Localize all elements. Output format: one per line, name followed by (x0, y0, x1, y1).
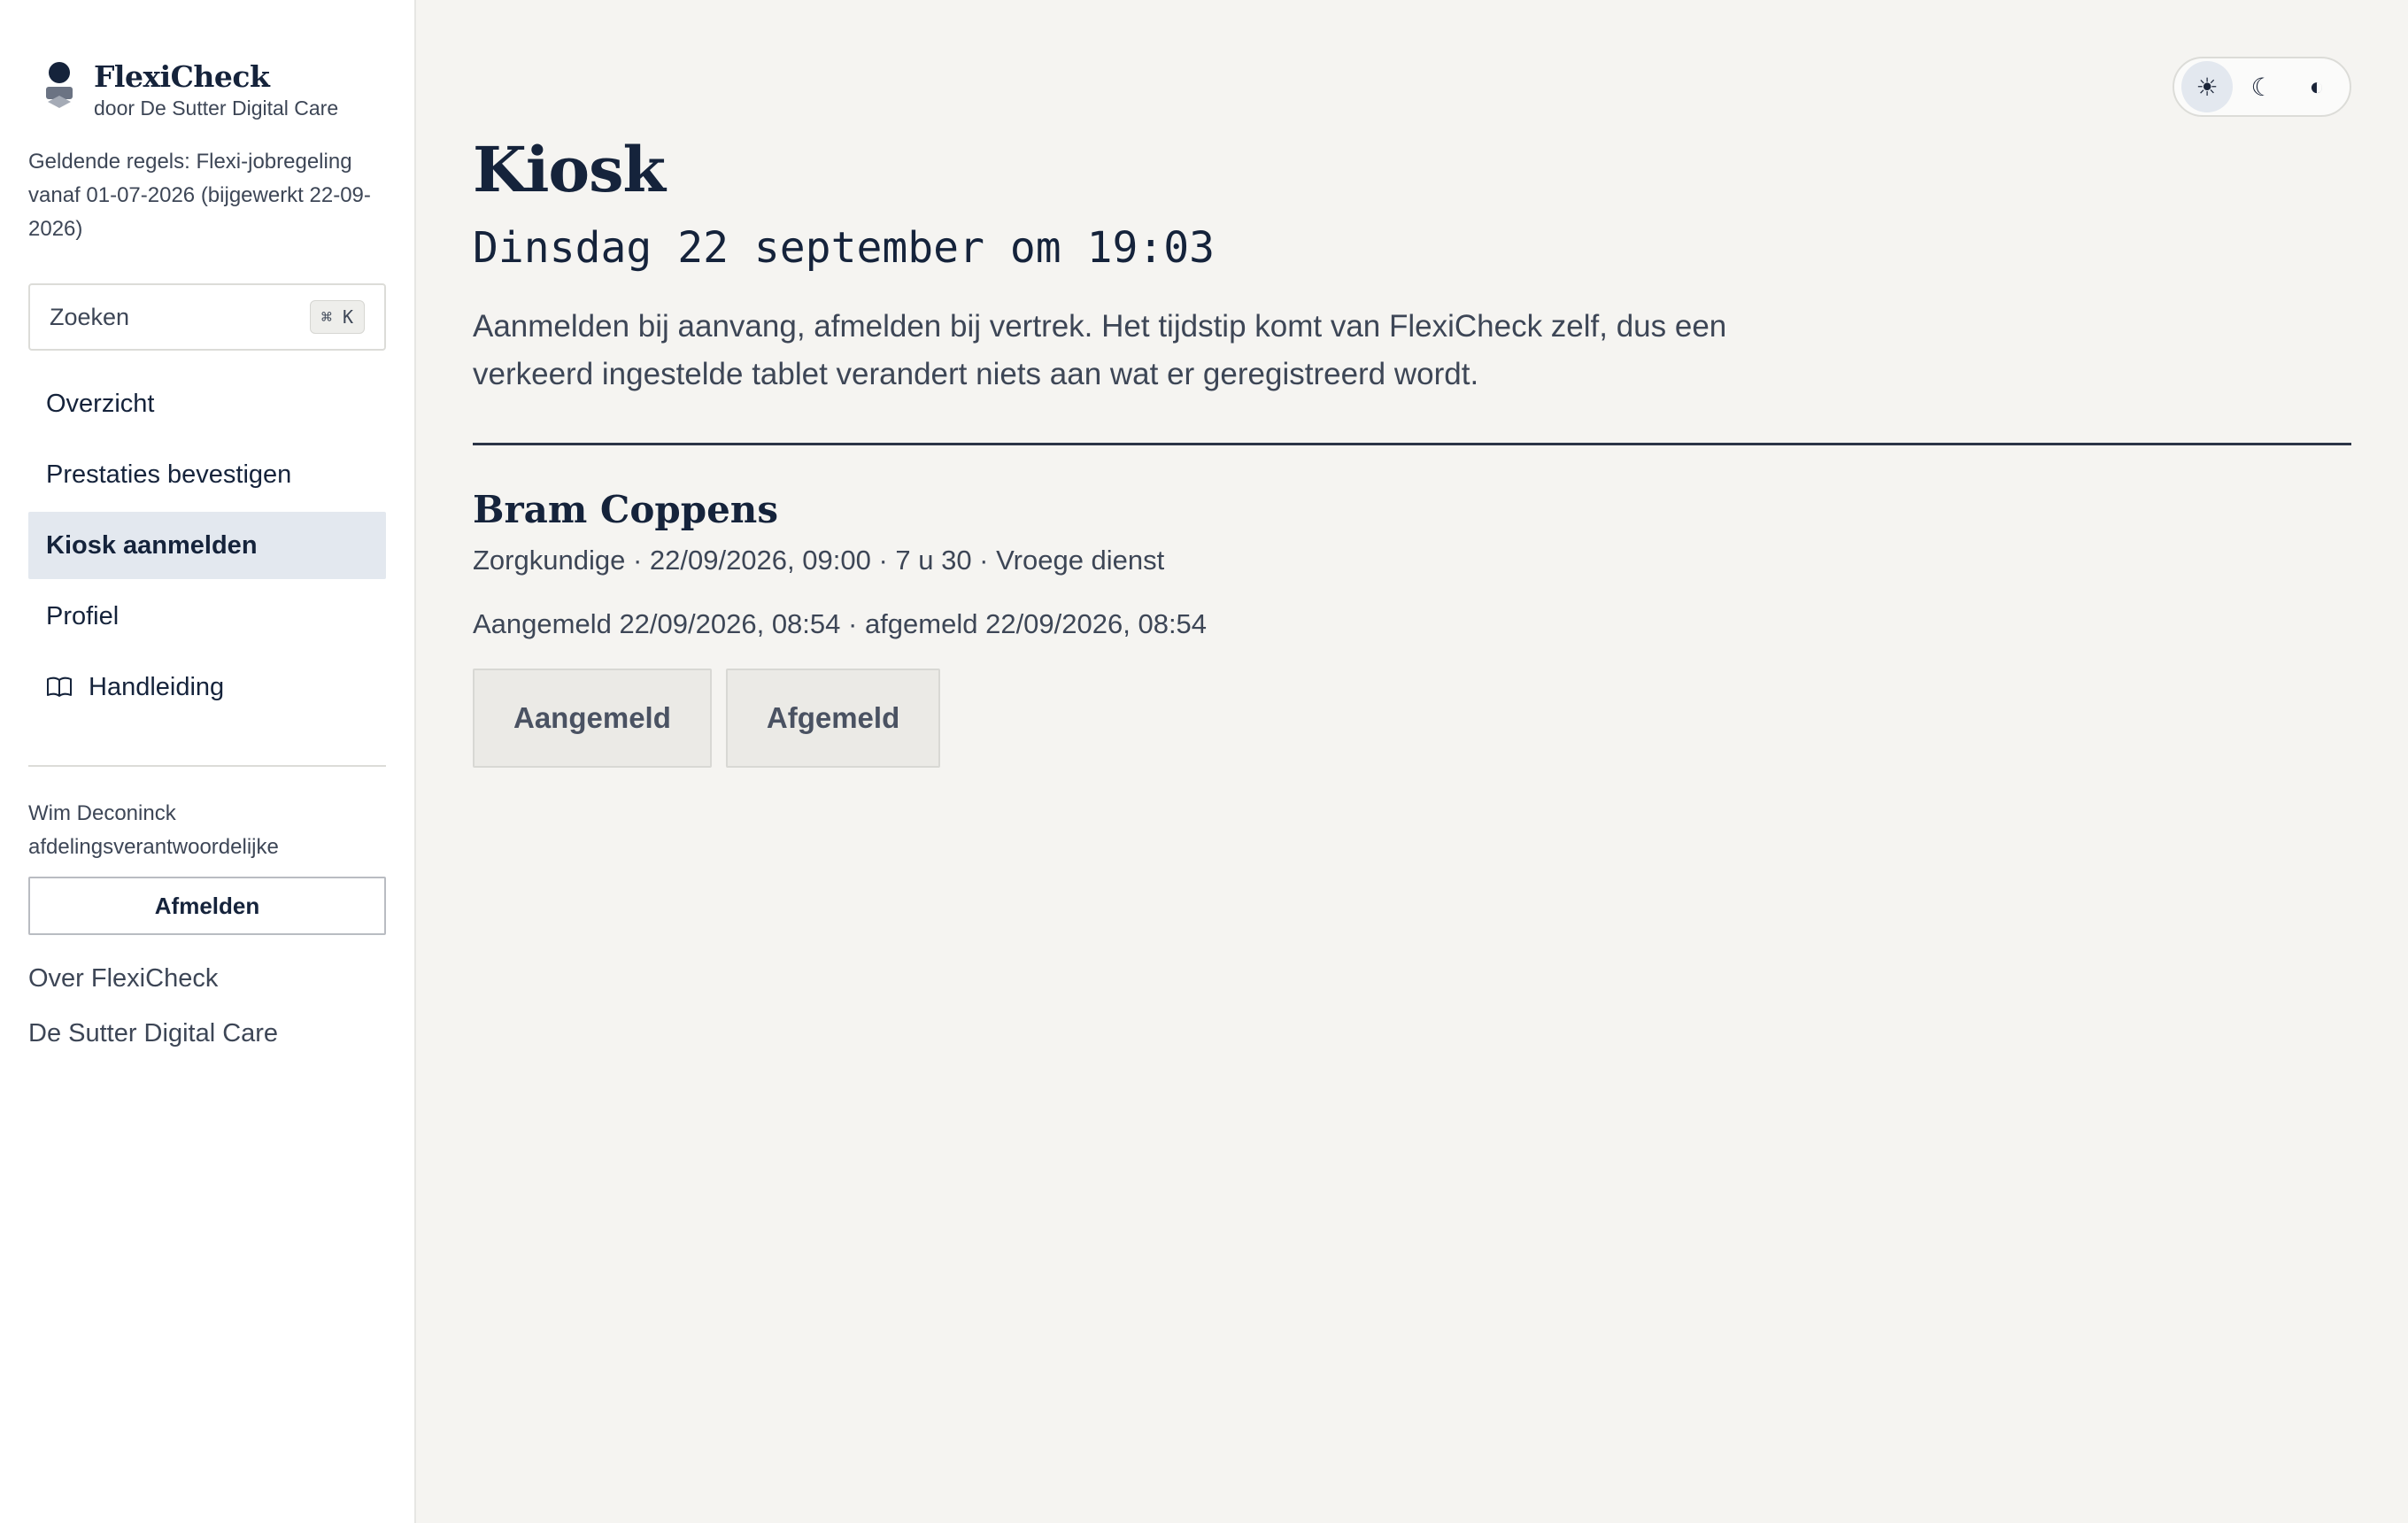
sidebar-nav: Overzicht Prestaties bevestigen Kiosk aa… (28, 370, 386, 721)
contrast-icon[interactable]: ◐ (2291, 61, 2342, 112)
book-icon (47, 676, 72, 697)
link-over-flexicheck[interactable]: Over FlexiCheck (28, 965, 386, 992)
employee-name: Bram Coppens (473, 488, 778, 531)
app-root: FlexiCheck door De Sutter Digital Care G… (0, 0, 2408, 1523)
section-divider (473, 443, 2351, 445)
rules-text: Geldende regels: Flexi-jobregeling vanaf… (28, 150, 371, 241)
sidebar-item-kiosk-aanmelden[interactable]: Kiosk aanmelden (28, 512, 386, 579)
checkout-button[interactable]: Afgemeld (725, 669, 941, 768)
sidebar-item-handleiding[interactable]: Handleiding (28, 653, 386, 721)
sidebar-item-overzicht[interactable]: Overzicht (28, 370, 386, 437)
search-shortcut: ⌘ K (309, 300, 365, 334)
user-role: afdelingsverantwoordelijke (28, 835, 279, 859)
current-datetime: Dinsdag 22 september om 19:03 (473, 223, 1216, 273)
link-de-sutter-digital-care[interactable]: De Sutter Digital Care (28, 1020, 386, 1047)
sidebar-item-profiel[interactable]: Profiel (28, 583, 386, 650)
sidebar-item-label: Overzicht (46, 389, 155, 418)
sidebar-item-label: Profiel (46, 601, 120, 630)
shift-details: Zorgkundige · 22/09/2026, 09:00 · 7 u 30… (473, 545, 1165, 576)
entry-actions: Aangemeld Afgemeld (473, 669, 2351, 768)
sidebar-item-label: Prestaties bevestigen (46, 460, 292, 489)
moon-icon[interactable]: ☾ (2236, 61, 2288, 112)
search-placeholder: Zoeken (50, 303, 130, 330)
checkin-button[interactable]: Aangemeld (473, 669, 712, 768)
sidebar-item-prestaties-bevestigen[interactable]: Prestaties bevestigen (28, 441, 386, 508)
brand[interactable]: FlexiCheck door De Sutter Digital Care (46, 60, 386, 120)
sun-icon[interactable]: ☀ (2181, 61, 2233, 112)
registration-status: Aangemeld 22/09/2026, 08:54 · afgemeld 2… (473, 608, 1208, 639)
sidebar-divider (28, 765, 386, 767)
sidebar-item-label: Kiosk aanmelden (46, 530, 258, 560)
kiosk-entry: Bram Coppens Zorgkundige · 22/09/2026, 0… (473, 488, 2351, 768)
search-input[interactable]: Zoeken ⌘ K (28, 283, 386, 351)
brand-name: FlexiCheck (94, 59, 270, 94)
user-name: Wim Deconinck (28, 801, 176, 825)
logout-button[interactable]: Afmelden (28, 877, 386, 935)
flexicheck-logo-icon (46, 62, 73, 113)
sidebar: FlexiCheck door De Sutter Digital Care G… (0, 0, 416, 1523)
main-content: ☀ ☾ ◐ Kiosk Dinsdag 22 september om 19:0… (416, 0, 2408, 1523)
theme-toggle: ☀ ☾ ◐ (2173, 57, 2351, 117)
brand-subtitle: door De Sutter Digital Care (94, 97, 339, 120)
intro-text: Aanmelden bij aanvang, afmelden bij vert… (473, 309, 1727, 391)
sidebar-item-label: Handleiding (89, 672, 225, 701)
page-title: Kiosk (473, 133, 666, 206)
